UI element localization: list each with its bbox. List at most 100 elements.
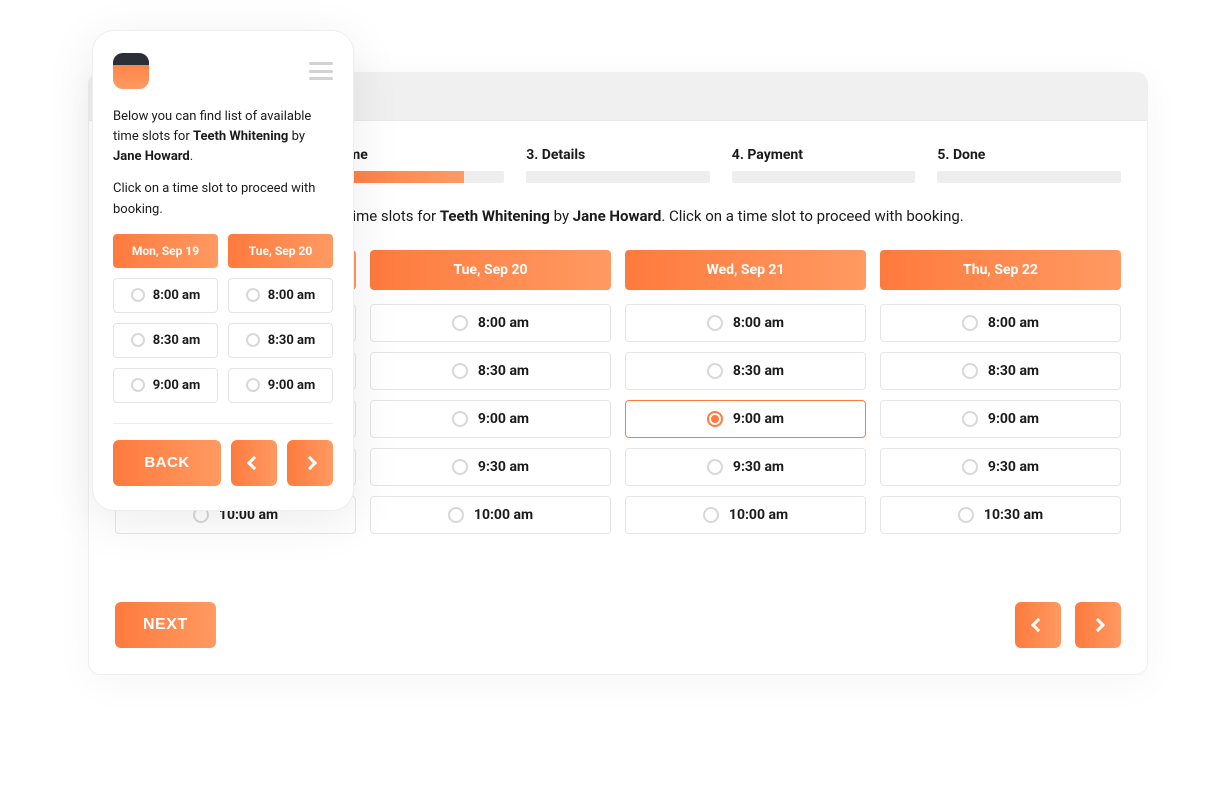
step-3[interactable]: 3. Details [526,147,710,183]
time-slot-label: 8:00 am [478,315,529,331]
time-slot-label: 8:00 am [268,288,316,303]
desc-staff: Jane Howard [573,207,662,225]
time-slot[interactable]: 10:00 am [370,496,611,534]
mobile-next-button[interactable] [287,440,333,486]
time-slot[interactable]: 9:00 am [370,400,611,438]
mobile-time-slot[interactable]: 8:00 am [113,278,218,313]
radio-icon [452,411,468,427]
day-header: Thu, Sep 22 [880,250,1121,290]
chevron-right-icon [303,456,317,470]
radio-icon [962,459,978,475]
step-5[interactable]: 5. Done [937,147,1121,183]
step-4[interactable]: 4. Payment [732,147,916,183]
mobile-time-slot[interactable]: 9:00 am [113,368,218,403]
back-button[interactable]: BACK [113,440,221,486]
time-slot-label: 8:30 am [988,363,1039,379]
time-slot-label: 9:00 am [733,411,784,427]
mobile-day-header: Tue, Sep 20 [228,234,333,268]
time-slot[interactable]: 8:30 am [370,352,611,390]
time-slot-label: 8:30 am [733,363,784,379]
radio-icon [246,333,260,347]
time-slot[interactable]: 8:30 am [880,352,1121,390]
mobile-time-slot[interactable]: 8:30 am [113,323,218,358]
mobile-description-1: Below you can find list of available tim… [113,107,333,167]
mobile-time-slot[interactable]: 8:30 am [228,323,333,358]
next-button[interactable]: NEXT [115,602,216,648]
radio-icon [962,363,978,379]
step-progress-bar [732,171,916,183]
desc-text: by [550,207,573,225]
radio-icon [131,288,145,302]
day-header: Wed, Sep 21 [625,250,866,290]
time-slot[interactable]: 8:30 am [625,352,866,390]
time-slot[interactable]: 9:30 am [880,448,1121,486]
time-slot-label: 9:30 am [988,459,1039,475]
time-slot-label: 9:30 am [478,459,529,475]
time-slot-label: 8:30 am [478,363,529,379]
desc-text: . [190,149,193,164]
time-slot-label: 9:30 am [733,459,784,475]
desktop-footer: NEXT [115,584,1121,648]
day-header: Tue, Sep 20 [370,250,611,290]
menu-icon[interactable] [309,62,333,80]
app-logo [113,53,149,89]
mobile-day-header: Mon, Sep 19 [113,234,218,268]
divider [113,423,333,424]
chevron-right-icon [1091,617,1105,631]
radio-icon [452,315,468,331]
mobile-prev-button[interactable] [231,440,277,486]
desc-text: by [288,129,305,144]
time-slot[interactable]: 8:00 am [880,304,1121,342]
radio-icon [703,507,719,523]
radio-icon [452,363,468,379]
desc-service: Teeth Whitening [193,129,288,144]
mobile-time-slot[interactable]: 9:00 am [228,368,333,403]
time-slot[interactable]: 10:00 am [625,496,866,534]
radio-icon [131,333,145,347]
desc-service: Teeth Whitening [440,207,550,225]
time-slot[interactable]: 9:30 am [625,448,866,486]
time-slot[interactable]: 8:00 am [625,304,866,342]
time-slot[interactable]: 9:00 am [625,400,866,438]
time-slot-label: 10:00 am [474,507,533,523]
radio-icon [962,411,978,427]
radio-icon [246,378,260,392]
radio-icon [962,315,978,331]
next-days-button[interactable] [1075,602,1121,648]
radio-icon [958,507,974,523]
radio-icon [246,288,260,302]
time-slot-label: 8:00 am [153,288,201,303]
time-slot-label: 10:00 am [729,507,788,523]
desc-text: . Click on a time slot to proceed with b… [661,207,963,225]
time-slot-label: 8:00 am [733,315,784,331]
mobile-timeslot-grid: Mon, Sep 19 Tue, Sep 20 8:00 am 8:00 am 8:30… [113,234,333,403]
step-progress-bar [937,171,1121,183]
radio-icon [707,363,723,379]
mobile-time-slot[interactable]: 8:00 am [228,278,333,313]
chevron-left-icon [1031,617,1045,631]
day-column: Thu, Sep 22 8:00 am 8:30 am 9:00 am 9:30 am 1… [880,250,1121,544]
time-slot[interactable]: 8:00 am [370,304,611,342]
desc-staff: Jane Howard [113,149,190,164]
radio-icon [448,507,464,523]
day-column: Tue, Sep 20 8:00 am 8:30 am 9:00 am 9:30 am 1… [370,250,611,544]
time-slot-label: 8:30 am [268,333,316,348]
time-slot-label: 8:00 am [988,315,1039,331]
step-label: 3. Details [526,147,710,163]
prev-days-button[interactable] [1015,602,1061,648]
step-label: 5. Done [937,147,1121,163]
mobile-booking-panel: Below you can find list of available tim… [92,30,354,511]
radio-icon [707,315,723,331]
time-slot-label: 8:30 am [153,333,201,348]
time-slot-label: 9:00 am [478,411,529,427]
time-slot[interactable]: 10:30 am [880,496,1121,534]
mobile-description-2: Click on a time slot to proceed with boo… [113,179,333,219]
time-slot[interactable]: 9:00 am [880,400,1121,438]
time-slot[interactable]: 9:30 am [370,448,611,486]
radio-icon [707,411,723,427]
time-slot-label: 9:00 am [988,411,1039,427]
chevron-left-icon [247,456,261,470]
step-label: 4. Payment [732,147,916,163]
time-slot-label: 9:00 am [268,378,316,393]
day-column: Wed, Sep 21 8:00 am 8:30 am 9:00 am 9:30 am 1… [625,250,866,544]
